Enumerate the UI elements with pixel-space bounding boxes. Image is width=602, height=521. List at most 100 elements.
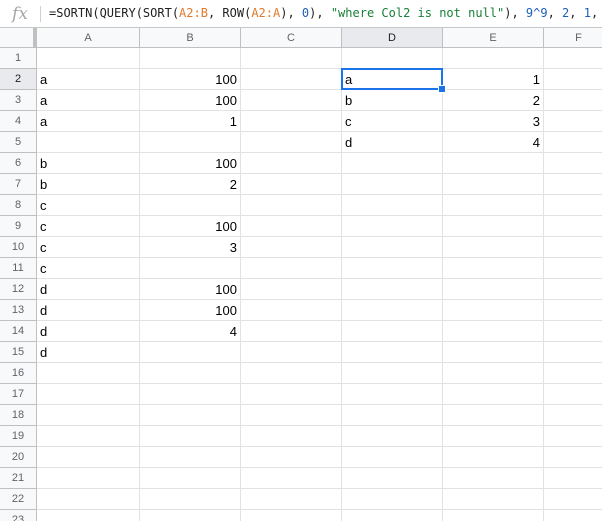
cell-e18[interactable]: [443, 405, 544, 426]
cell-e20[interactable]: [443, 447, 544, 468]
cell-f20[interactable]: [544, 447, 602, 468]
cell-d10[interactable]: [342, 237, 443, 258]
cell-a16[interactable]: [37, 363, 140, 384]
cell-f13[interactable]: [544, 300, 602, 321]
cell-c1[interactable]: [241, 48, 342, 69]
cell-b19[interactable]: [140, 426, 241, 447]
cell-b6[interactable]: 100: [140, 153, 241, 174]
cell-b12[interactable]: 100: [140, 279, 241, 300]
cell-a22[interactable]: [37, 489, 140, 510]
cell-d3[interactable]: b: [342, 90, 443, 111]
cell-f7[interactable]: [544, 174, 602, 195]
cell-a9[interactable]: c: [37, 216, 140, 237]
cell-d15[interactable]: [342, 342, 443, 363]
cell-d6[interactable]: [342, 153, 443, 174]
cell-b3[interactable]: 100: [140, 90, 241, 111]
cell-a19[interactable]: [37, 426, 140, 447]
cell-e19[interactable]: [443, 426, 544, 447]
cell-b14[interactable]: 4: [140, 321, 241, 342]
cell-d13[interactable]: [342, 300, 443, 321]
cell-e21[interactable]: [443, 468, 544, 489]
cell-d14[interactable]: [342, 321, 443, 342]
cell-c16[interactable]: [241, 363, 342, 384]
cell-b22[interactable]: [140, 489, 241, 510]
cell-a7[interactable]: b: [37, 174, 140, 195]
cell-c2[interactable]: [241, 69, 342, 90]
cell-c20[interactable]: [241, 447, 342, 468]
row-header-23[interactable]: 23: [0, 510, 37, 521]
cell-a17[interactable]: [37, 384, 140, 405]
row-header-5[interactable]: 5: [0, 132, 37, 153]
cell-f12[interactable]: [544, 279, 602, 300]
cell-a13[interactable]: d: [37, 300, 140, 321]
cell-a18[interactable]: [37, 405, 140, 426]
cell-a12[interactable]: d: [37, 279, 140, 300]
row-header-3[interactable]: 3: [0, 90, 37, 111]
cell-c19[interactable]: [241, 426, 342, 447]
cell-d2[interactable]: a: [342, 69, 443, 90]
cell-c17[interactable]: [241, 384, 342, 405]
cell-d21[interactable]: [342, 468, 443, 489]
cell-a4[interactable]: a: [37, 111, 140, 132]
cell-c3[interactable]: [241, 90, 342, 111]
cell-e23[interactable]: [443, 510, 544, 521]
cell-b15[interactable]: [140, 342, 241, 363]
cell-c21[interactable]: [241, 468, 342, 489]
cell-f2[interactable]: [544, 69, 602, 90]
cell-b20[interactable]: [140, 447, 241, 468]
cell-b13[interactable]: 100: [140, 300, 241, 321]
cell-b18[interactable]: [140, 405, 241, 426]
cell-a1[interactable]: [37, 48, 140, 69]
row-header-10[interactable]: 10: [0, 237, 37, 258]
row-header-17[interactable]: 17: [0, 384, 37, 405]
formula-input[interactable]: =SORTN(QUERY(SORT(A2:B, ROW(A2:A), 0), "…: [49, 0, 602, 27]
cell-a6[interactable]: b: [37, 153, 140, 174]
cell-d16[interactable]: [342, 363, 443, 384]
cell-e15[interactable]: [443, 342, 544, 363]
cell-d12[interactable]: [342, 279, 443, 300]
cell-d9[interactable]: [342, 216, 443, 237]
cell-f23[interactable]: [544, 510, 602, 521]
cell-f3[interactable]: [544, 90, 602, 111]
column-header-b[interactable]: B: [140, 28, 241, 48]
column-header-c[interactable]: C: [241, 28, 342, 48]
cell-b11[interactable]: [140, 258, 241, 279]
cell-f21[interactable]: [544, 468, 602, 489]
cell-b16[interactable]: [140, 363, 241, 384]
cell-e5[interactable]: 4: [443, 132, 544, 153]
cell-b5[interactable]: [140, 132, 241, 153]
cell-c23[interactable]: [241, 510, 342, 521]
cell-c13[interactable]: [241, 300, 342, 321]
cell-e4[interactable]: 3: [443, 111, 544, 132]
cell-b21[interactable]: [140, 468, 241, 489]
cell-f22[interactable]: [544, 489, 602, 510]
cell-c8[interactable]: [241, 195, 342, 216]
cell-c4[interactable]: [241, 111, 342, 132]
row-header-8[interactable]: 8: [0, 195, 37, 216]
cell-c12[interactable]: [241, 279, 342, 300]
cell-e7[interactable]: [443, 174, 544, 195]
cell-f6[interactable]: [544, 153, 602, 174]
cell-c14[interactable]: [241, 321, 342, 342]
cell-f18[interactable]: [544, 405, 602, 426]
row-header-20[interactable]: 20: [0, 447, 37, 468]
cell-b23[interactable]: [140, 510, 241, 521]
cell-e12[interactable]: [443, 279, 544, 300]
cell-e1[interactable]: [443, 48, 544, 69]
cell-f17[interactable]: [544, 384, 602, 405]
cell-a23[interactable]: [37, 510, 140, 521]
cell-f14[interactable]: [544, 321, 602, 342]
cell-c18[interactable]: [241, 405, 342, 426]
cell-d23[interactable]: [342, 510, 443, 521]
cell-c10[interactable]: [241, 237, 342, 258]
row-header-7[interactable]: 7: [0, 174, 37, 195]
select-all-corner[interactable]: [0, 28, 37, 48]
cell-c22[interactable]: [241, 489, 342, 510]
column-header-a[interactable]: A: [37, 28, 140, 48]
cell-f19[interactable]: [544, 426, 602, 447]
cell-b7[interactable]: 2: [140, 174, 241, 195]
row-header-22[interactable]: 22: [0, 489, 37, 510]
cell-e6[interactable]: [443, 153, 544, 174]
cell-a11[interactable]: c: [37, 258, 140, 279]
column-header-f[interactable]: F: [544, 28, 602, 48]
